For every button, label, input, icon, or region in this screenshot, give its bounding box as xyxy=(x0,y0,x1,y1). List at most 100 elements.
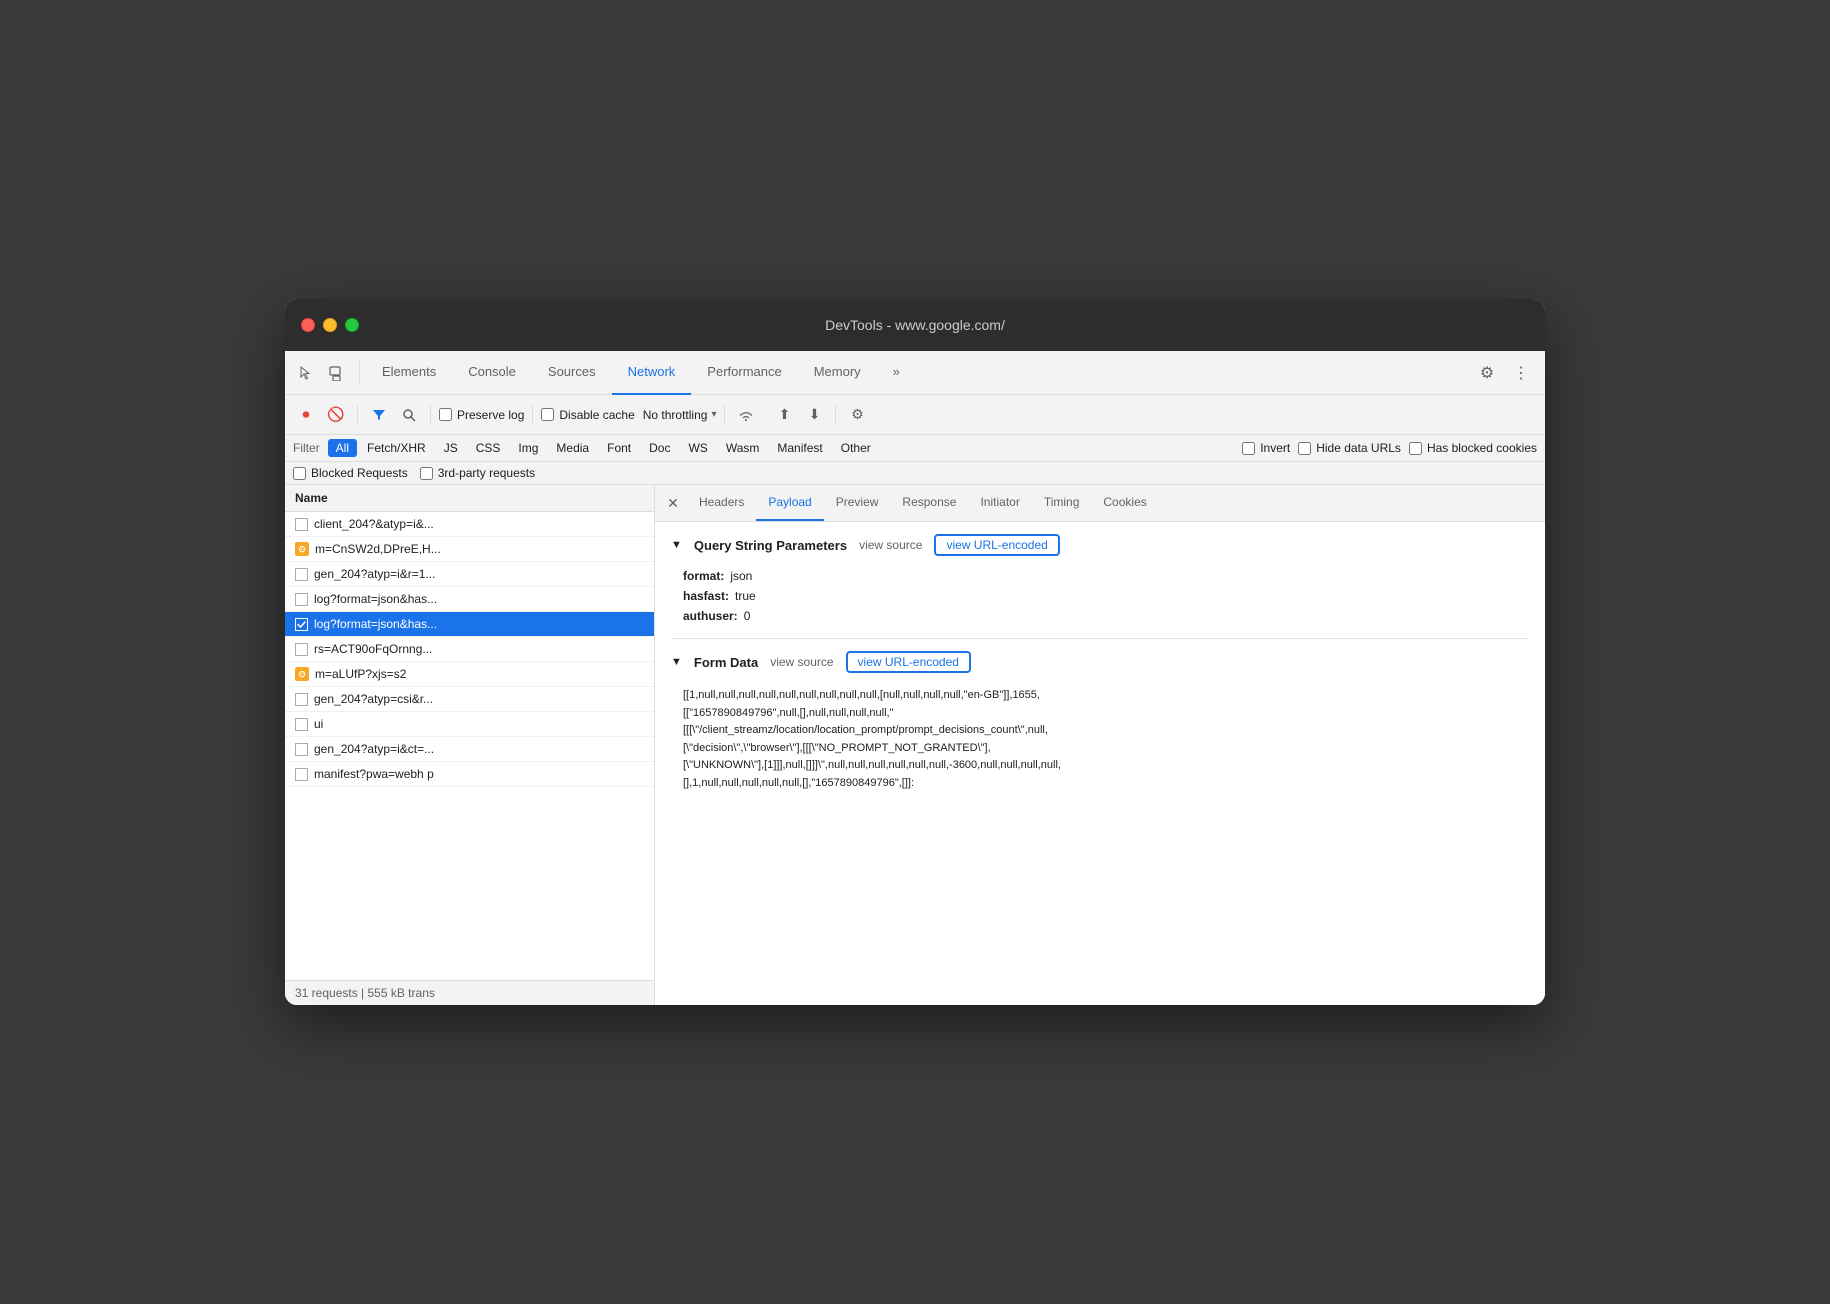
filter-btn-all[interactable]: All xyxy=(328,439,357,457)
request-item-5[interactable]: rs=ACT90oFqOrnng... xyxy=(285,637,654,662)
invert-label[interactable]: Invert xyxy=(1242,441,1290,455)
device-icon[interactable] xyxy=(323,359,351,387)
request-item-2[interactable]: gen_204?atyp=i&r=1... xyxy=(285,562,654,587)
disable-cache-checkbox[interactable] xyxy=(541,408,554,421)
preserve-log-label[interactable]: Preserve log xyxy=(439,408,524,422)
detail-close-button[interactable]: ✕ xyxy=(659,485,687,521)
search-icon[interactable] xyxy=(396,402,422,428)
close-button[interactable] xyxy=(301,318,315,332)
record-icon[interactable]: ⏺ xyxy=(293,402,319,428)
filter-btn-css[interactable]: CSS xyxy=(468,439,509,457)
tab-sources[interactable]: Sources xyxy=(532,351,612,395)
request-item-9[interactable]: gen_204?atyp=i&ct=... xyxy=(285,737,654,762)
tab-performance[interactable]: Performance xyxy=(691,351,797,395)
filter-btn-img[interactable]: Img xyxy=(510,439,546,457)
query-string-title: Query String Parameters xyxy=(694,538,847,553)
filter-btn-wasm[interactable]: Wasm xyxy=(718,439,768,457)
req-name-8: ui xyxy=(314,717,644,731)
detail-tab-headers[interactable]: Headers xyxy=(687,485,756,521)
request-item-6[interactable]: ⊙ m=aLUfP?xjs=s2 xyxy=(285,662,654,687)
has-blocked-cookies-label[interactable]: Has blocked cookies xyxy=(1409,441,1537,455)
detail-tab-initiator[interactable]: Initiator xyxy=(968,485,1031,521)
third-party-label[interactable]: 3rd-party requests xyxy=(420,466,535,480)
tab-memory[interactable]: Memory xyxy=(798,351,877,395)
request-item-0[interactable]: client_204?&atyp=i&... xyxy=(285,512,654,537)
invert-checkbox[interactable] xyxy=(1242,442,1255,455)
settings-icon[interactable]: ⚙ xyxy=(1473,359,1501,387)
request-item-7[interactable]: gen_204?atyp=csi&r... xyxy=(285,687,654,712)
req-checkbox-2[interactable] xyxy=(295,568,308,581)
minimize-button[interactable] xyxy=(323,318,337,332)
request-item-3[interactable]: log?format=json&has... xyxy=(285,587,654,612)
devtools-content: Elements Console Sources Network Perform… xyxy=(285,351,1545,1005)
query-view-url-encoded-btn[interactable]: view URL-encoded xyxy=(934,534,1059,556)
filter-btn-manifest[interactable]: Manifest xyxy=(769,439,830,457)
detail-tab-preview[interactable]: Preview xyxy=(824,485,891,521)
clear-icon[interactable]: 🚫 xyxy=(323,402,349,428)
detail-content: ▼ Query String Parameters view source vi… xyxy=(655,522,1545,1005)
form-data-toggle[interactable]: ▼ xyxy=(671,656,682,668)
tab-console[interactable]: Console xyxy=(452,351,532,395)
detail-tab-payload[interactable]: Payload xyxy=(756,485,823,521)
left-panel: Name client_204?&atyp=i&... ⊙ m=CnSW2d,D… xyxy=(285,485,655,1005)
detail-tab-cookies[interactable]: Cookies xyxy=(1091,485,1158,521)
upload-icon[interactable]: ⬆ xyxy=(771,402,797,428)
cursor-icon[interactable] xyxy=(293,359,321,387)
form-view-url-encoded-btn[interactable]: view URL-encoded xyxy=(846,651,971,673)
filter-type-buttons: All Fetch/XHR JS CSS Img Media Font Doc … xyxy=(328,439,879,457)
disable-cache-label[interactable]: Disable cache xyxy=(541,408,634,422)
form-view-source-link[interactable]: view source xyxy=(770,655,833,669)
req-name-4: log?format=json&has... xyxy=(314,617,644,631)
filter-btn-media[interactable]: Media xyxy=(548,439,597,457)
req-checkbox-3[interactable] xyxy=(295,593,308,606)
req-checkbox-9[interactable] xyxy=(295,743,308,756)
request-item-10[interactable]: manifest?pwa=webh p xyxy=(285,762,654,787)
download-icon[interactable]: ⬇ xyxy=(801,402,827,428)
toolbar-right: ⚙ ⋮ xyxy=(1473,359,1537,387)
filter-btn-font[interactable]: Font xyxy=(599,439,639,457)
tab-elements[interactable]: Elements xyxy=(366,351,452,395)
network-settings-icon[interactable]: ⚙ xyxy=(844,402,870,428)
filter-icon[interactable] xyxy=(366,402,392,428)
requests-header: Name xyxy=(285,485,654,512)
detail-tab-timing[interactable]: Timing xyxy=(1032,485,1092,521)
request-item-1[interactable]: ⊙ m=CnSW2d,DPreE,H... xyxy=(285,537,654,562)
detail-tab-response[interactable]: Response xyxy=(890,485,968,521)
filter-btn-doc[interactable]: Doc xyxy=(641,439,678,457)
has-blocked-cookies-checkbox[interactable] xyxy=(1409,442,1422,455)
preserve-log-checkbox[interactable] xyxy=(439,408,452,421)
req-checkbox-0[interactable] xyxy=(295,518,308,531)
tab-network[interactable]: Network xyxy=(612,351,692,395)
param-value-format: json xyxy=(730,569,752,583)
blocked-requests-label[interactable]: Blocked Requests xyxy=(293,466,408,480)
filter-btn-fetch[interactable]: Fetch/XHR xyxy=(359,439,434,457)
request-item-4[interactable]: log?format=json&has... xyxy=(285,612,654,637)
req-checkbox-8[interactable] xyxy=(295,718,308,731)
req-name-9: gen_204?atyp=i&ct=... xyxy=(314,742,644,756)
throttle-chevron[interactable]: ▾ xyxy=(711,409,716,420)
third-party-checkbox[interactable] xyxy=(420,467,433,480)
form-data-line-0: [[1,null,null,null,null,null,null,null,n… xyxy=(683,687,1517,705)
blocked-requests-checkbox[interactable] xyxy=(293,467,306,480)
req-checkbox-10[interactable] xyxy=(295,768,308,781)
req-name-7: gen_204?atyp=csi&r... xyxy=(314,692,644,706)
form-data-line-1: [["1657890849796",null,[],null,null,null… xyxy=(683,705,1517,723)
filter-btn-other[interactable]: Other xyxy=(833,439,879,457)
form-data-title: Form Data xyxy=(694,655,758,670)
request-item-8[interactable]: ui xyxy=(285,712,654,737)
req-checkbox-4[interactable] xyxy=(295,618,308,631)
hide-data-urls-label[interactable]: Hide data URLs xyxy=(1298,441,1401,455)
more-icon[interactable]: ⋮ xyxy=(1507,359,1535,387)
maximize-button[interactable] xyxy=(345,318,359,332)
req-checkbox-5[interactable] xyxy=(295,643,308,656)
tab-more[interactable]: » xyxy=(877,351,916,395)
filter-btn-ws[interactable]: WS xyxy=(680,439,715,457)
filter-btn-js[interactable]: JS xyxy=(436,439,466,457)
hide-data-urls-checkbox[interactable] xyxy=(1298,442,1311,455)
throttling-selector[interactable]: No throttling xyxy=(643,408,708,422)
query-string-toggle[interactable]: ▼ xyxy=(671,539,682,551)
query-view-source-link[interactable]: view source xyxy=(859,538,922,552)
req-checkbox-7[interactable] xyxy=(295,693,308,706)
net-divider-2 xyxy=(430,405,431,425)
wifi-icon[interactable] xyxy=(733,402,759,428)
